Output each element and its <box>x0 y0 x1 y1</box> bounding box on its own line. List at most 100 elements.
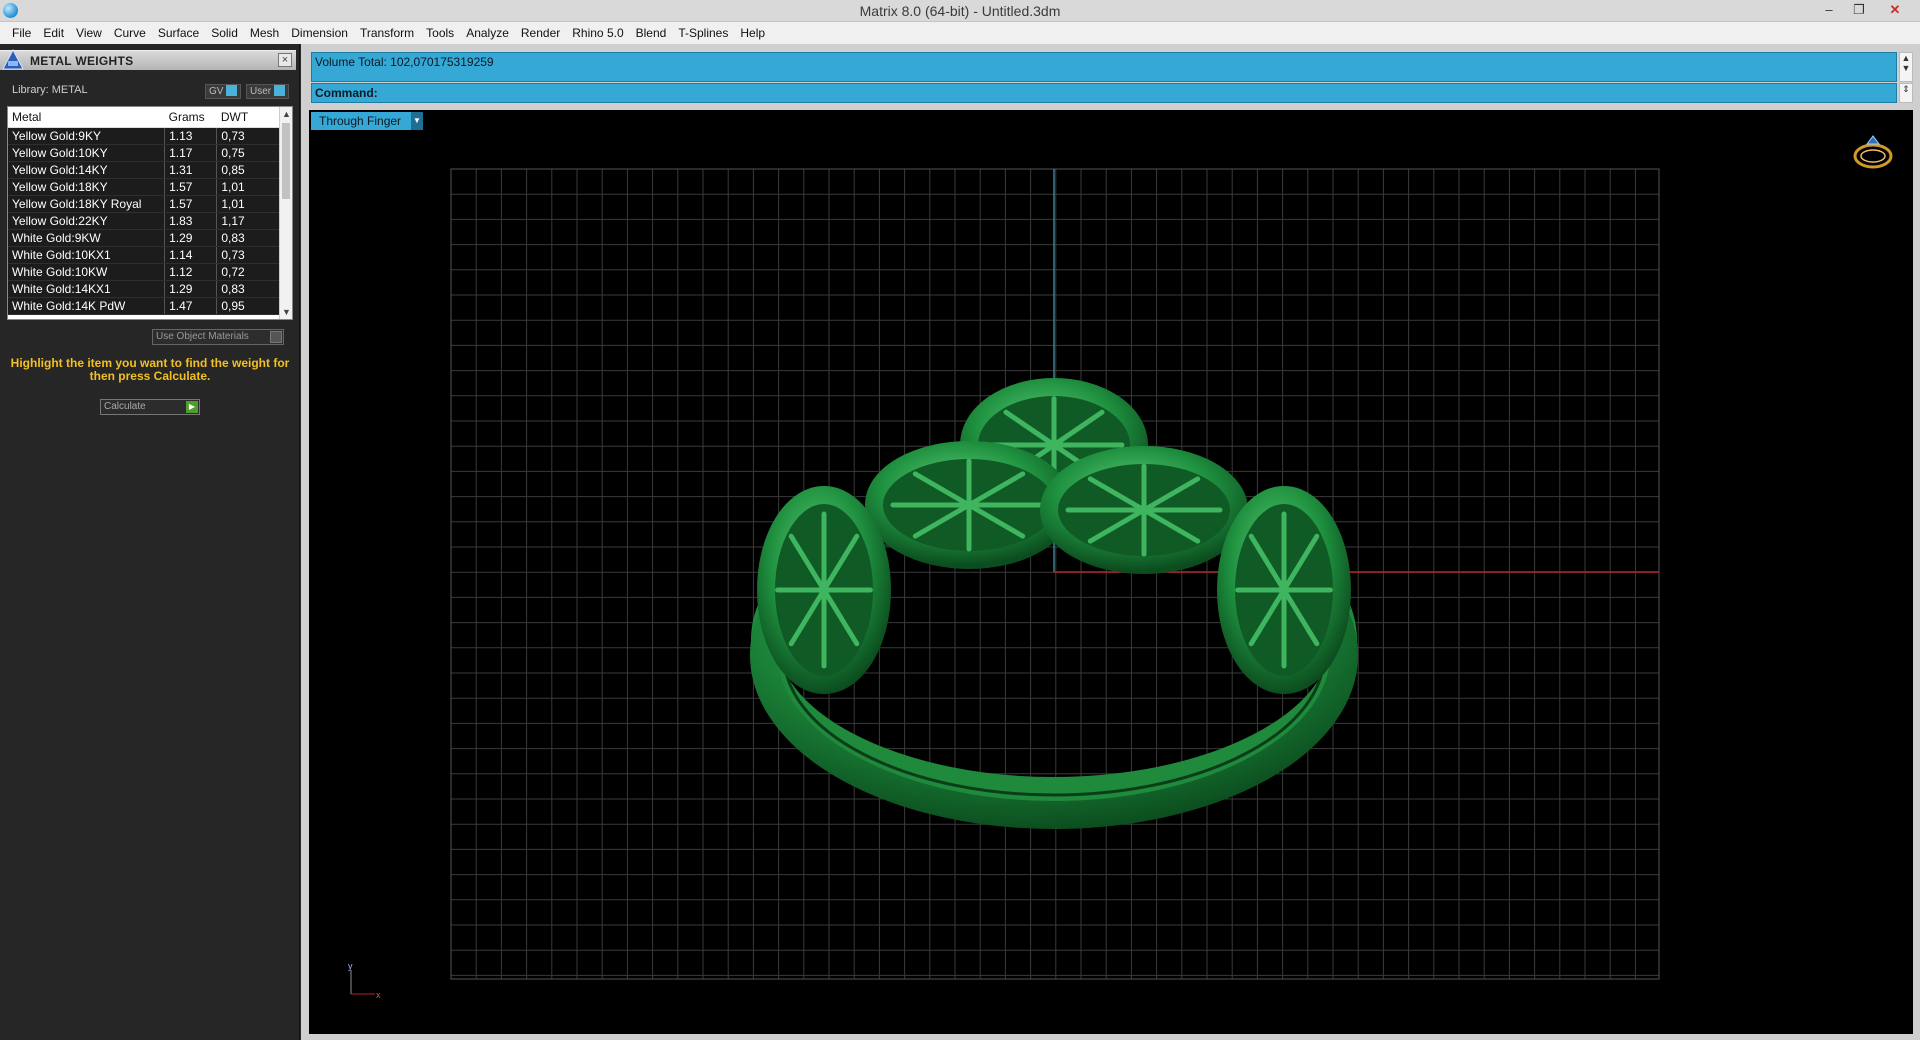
dwt-cell: 0,73 <box>216 127 280 145</box>
grams-cell: 1.17 <box>164 144 218 162</box>
play-icon: ▶ <box>186 401 198 413</box>
table-row[interactable]: Yellow Gold:14KY 1.31 0,85 <box>8 161 280 179</box>
grams-cell: 1.57 <box>164 178 218 196</box>
menu-curve[interactable]: Curve <box>108 22 152 44</box>
gv-label: GV <box>209 86 224 97</box>
metal-cell: White Gold:14K PdW <box>8 297 166 315</box>
grams-cell: 1.83 <box>164 212 218 230</box>
calculate-button[interactable]: Calculate ▶ <box>100 399 200 415</box>
grams-cell: 1.29 <box>164 280 218 298</box>
close-button[interactable]: ✕ <box>1882 0 1908 20</box>
metal-cell: Yellow Gold:18KY <box>8 178 166 196</box>
dwt-cell: 0,73 <box>216 246 280 264</box>
metal-cell: White Gold:14KX1 <box>8 280 166 298</box>
grams-cell: 1.47 <box>164 297 218 315</box>
grams-cell: 1.13 <box>164 127 218 145</box>
menu-rhino[interactable]: Rhino 5.0 <box>566 22 629 44</box>
checkbox-icon <box>270 331 282 343</box>
viewport-scene <box>450 168 1660 980</box>
menu-mesh[interactable]: Mesh <box>244 22 285 44</box>
axis-y-label: y <box>348 961 353 971</box>
grams-cell: 1.31 <box>164 161 218 179</box>
viewport[interactable]: Through Finger ▼ y x <box>309 110 1913 1034</box>
restore-button[interactable]: ❐ <box>1846 0 1872 20</box>
metal-cell: Yellow Gold:22KY <box>8 212 166 230</box>
calculate-label: Calculate <box>104 401 146 412</box>
volume-bar: Volume Total: 102,070175319259 <box>311 52 1897 82</box>
menu-solid[interactable]: Solid <box>205 22 244 44</box>
metal-cell: Yellow Gold:10KY <box>8 144 166 162</box>
menu-surface[interactable]: Surface <box>152 22 205 44</box>
table-row[interactable]: White Gold:14KX1 1.29 0,83 <box>8 280 280 298</box>
table-row[interactable]: Yellow Gold:18KY 1.57 1,01 <box>8 178 280 196</box>
menu-tsplines[interactable]: T-Splines <box>672 22 734 44</box>
scroll-down-icon[interactable]: ▼ <box>280 305 292 319</box>
metal-cell: Yellow Gold:18KY Royal <box>8 195 166 213</box>
table-row[interactable]: White Gold:14K PdW 1.47 0,95 <box>8 297 280 315</box>
gv-toggle[interactable]: GV <box>205 84 242 99</box>
menu-help[interactable]: Help <box>734 22 771 44</box>
view-name-dropdown[interactable]: Through Finger ▼ <box>311 112 423 130</box>
menu-edit[interactable]: Edit <box>37 22 70 44</box>
scroll-thumb[interactable] <box>282 123 290 199</box>
menu-tools[interactable]: Tools <box>420 22 460 44</box>
volume-total: Volume Total: 102,070175319259 <box>315 55 494 69</box>
grams-cell: 1.14 <box>164 246 218 264</box>
axis-triad-icon: y x <box>348 961 381 1000</box>
col-metal[interactable]: Metal <box>8 107 165 128</box>
menu-bar: File Edit View Curve Surface Solid Mesh … <box>0 22 1920 44</box>
table-row[interactable]: White Gold:10KW 1.12 0,72 <box>8 263 280 281</box>
dwt-cell: 0,85 <box>216 161 280 179</box>
table-row[interactable]: White Gold:10KX1 1.14 0,73 <box>8 246 280 264</box>
metal-weights-icon <box>2 49 24 70</box>
minimize-button[interactable]: – <box>1816 0 1842 20</box>
grid-border <box>450 168 1660 980</box>
menu-file[interactable]: File <box>6 22 37 44</box>
table-scrollbar[interactable]: ▲ ▼ <box>279 107 292 319</box>
chevron-down-icon: ▼ <box>411 112 423 130</box>
dwt-cell: 0,83 <box>216 280 280 298</box>
history-scrollbar[interactable]: ▲ ▼ <box>1899 52 1913 82</box>
metal-table: Metal Grams DWT Yellow Gold:9KY 1.13 0,73 Y… <box>7 106 293 320</box>
panel-header: METAL WEIGHTS × <box>0 49 296 70</box>
panel-close-icon[interactable]: × <box>278 53 292 67</box>
menu-view[interactable]: View <box>70 22 108 44</box>
use-object-materials-checkbox[interactable]: Use Object Materials <box>152 329 284 345</box>
metal-cell: Yellow Gold:9KY <box>8 127 166 145</box>
scroll-up-icon[interactable]: ▲ <box>280 107 292 121</box>
dwt-cell: 1,17 <box>216 212 280 230</box>
user-toggle[interactable]: User <box>246 84 290 99</box>
gv-toggle-icon <box>226 85 238 96</box>
library-row: Library: METAL GV User <box>0 80 296 100</box>
table-row[interactable]: Yellow Gold:9KY 1.13 0,73 <box>8 127 280 145</box>
col-dwt[interactable]: DWT <box>216 107 280 128</box>
window-title: Matrix 8.0 (64-bit) - Untitled.3dm <box>859 3 1061 19</box>
menu-transform[interactable]: Transform <box>354 22 420 44</box>
table-row[interactable]: Yellow Gold:18KY Royal 1.57 1,01 <box>8 195 280 213</box>
table-row[interactable]: White Gold:9KW 1.29 0,83 <box>8 229 280 247</box>
table-row[interactable]: Yellow Gold:10KY 1.17 0,75 <box>8 144 280 162</box>
dwt-cell: 1,01 <box>216 195 280 213</box>
command-bar[interactable]: Command: <box>311 83 1897 103</box>
table-row[interactable]: Yellow Gold:22KY 1.83 1,17 <box>8 212 280 230</box>
metal-cell: White Gold:10KW <box>8 263 166 281</box>
title-bar: Matrix 8.0 (64-bit) - Untitled.3dm – ❐ ✕ <box>0 0 1920 22</box>
main-area: Volume Total: 102,070175319259 Command: … <box>301 44 1920 1040</box>
grams-cell: 1.12 <box>164 263 218 281</box>
user-toggle-icon <box>274 85 286 96</box>
command-scrollbar[interactable]: ⇕ <box>1899 83 1913 103</box>
library-label: Library: METAL <box>12 84 88 96</box>
ring-view-icon[interactable] <box>1851 128 1895 172</box>
menu-analyze[interactable]: Analyze <box>460 22 515 44</box>
menu-render[interactable]: Render <box>515 22 566 44</box>
dwt-cell: 0,83 <box>216 229 280 247</box>
grams-cell: 1.29 <box>164 229 218 247</box>
metal-weights-panel: METAL WEIGHTS × Library: METAL GV User M… <box>0 44 300 1040</box>
use-object-materials-label: Use Object Materials <box>156 331 249 342</box>
col-grams[interactable]: Grams <box>164 107 217 128</box>
menu-dimension[interactable]: Dimension <box>285 22 354 44</box>
menu-blend[interactable]: Blend <box>630 22 673 44</box>
dwt-cell: 0,95 <box>216 297 280 315</box>
axis-x-label: x <box>376 990 381 1000</box>
command-label: Command: <box>315 86 378 100</box>
